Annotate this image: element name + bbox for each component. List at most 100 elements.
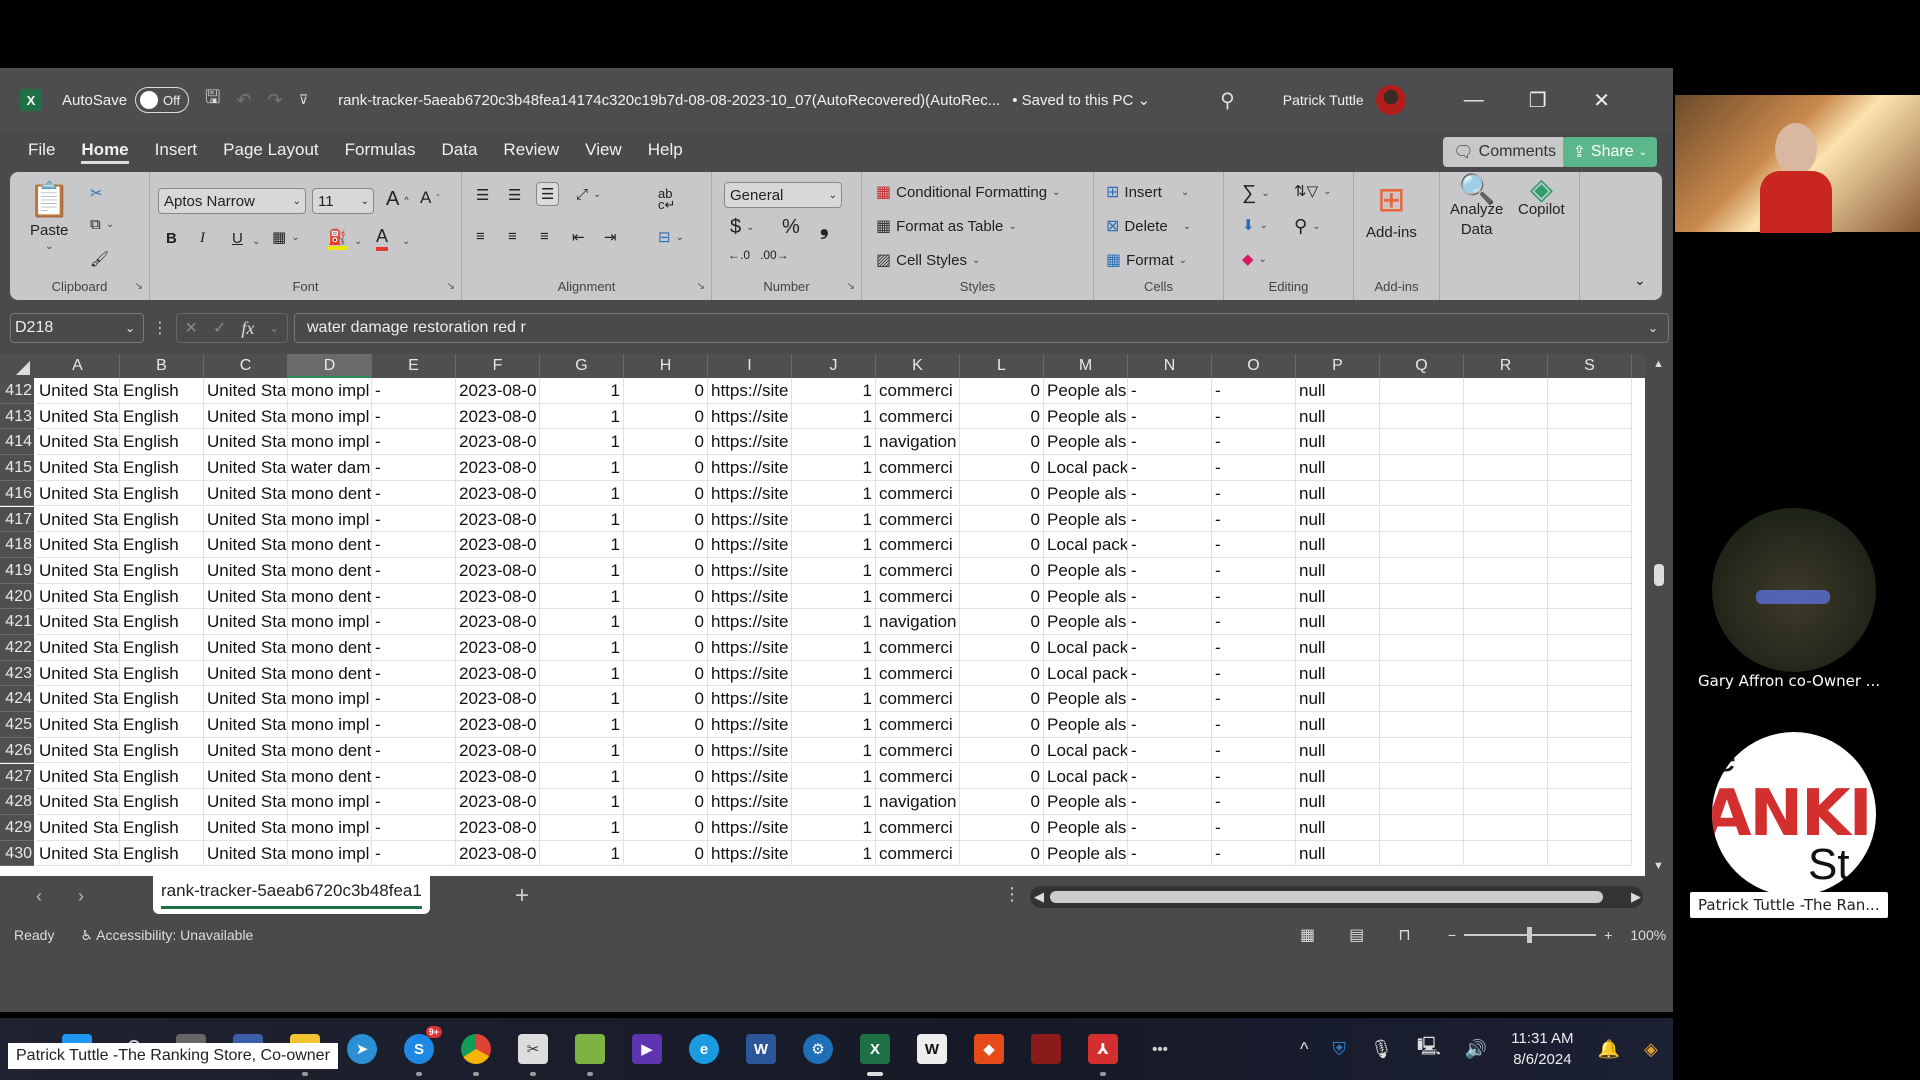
conditional-formatting-button[interactable]: ▦ Conditional Formatting ⌄ [876,182,1060,202]
cell-s[interactable] [1548,635,1632,661]
align-middle-icon[interactable]: ☰ [508,186,521,204]
cell-p[interactable]: null [1296,403,1380,430]
cell-i[interactable]: https://site [708,814,792,841]
autosum-icon[interactable]: ∑ ⌄ [1242,182,1270,205]
enter-icon[interactable]: ✓ [213,318,226,338]
share-button[interactable]: ⇪ Share ⌄ [1562,137,1657,167]
cell-q[interactable] [1380,506,1464,533]
cell-l[interactable]: 0 [960,840,1044,867]
cell-n[interactable]: - [1128,660,1212,687]
cell-o[interactable]: - [1212,557,1296,584]
cell-h[interactable]: 0 [624,403,708,430]
cell-k[interactable]: commerci [876,455,960,481]
row-header[interactable]: 428 [0,789,34,815]
cell-m[interactable]: Local pack [1044,532,1128,558]
scroll-right-icon[interactable]: ▶ [1631,889,1641,905]
cell-f[interactable]: 2023-08-0 [456,609,540,635]
column-header-c[interactable]: C [204,354,288,378]
restore-icon[interactable]: ❐ [1506,88,1570,113]
snipping-tool-icon[interactable]: ✂ [518,1034,548,1076]
cell-p[interactable]: null [1296,378,1380,404]
name-box[interactable]: D218 ⌄ [10,313,144,343]
cell-h[interactable]: 0 [624,737,708,764]
telegram-icon[interactable]: ➤ [347,1034,377,1064]
cell-b[interactable]: English [120,686,204,713]
row-header[interactable]: 418 [0,532,34,558]
cell-d[interactable]: mono impl [288,712,372,738]
cell-s[interactable] [1548,840,1632,867]
column-header-j[interactable]: J [792,354,876,378]
cell-o[interactable]: - [1212,789,1296,815]
cell-q[interactable] [1380,635,1464,661]
cut-icon[interactable]: ✂ [90,184,103,202]
cell-p[interactable]: null [1296,840,1380,867]
cell-a[interactable]: United Sta [36,635,120,661]
cell-j[interactable]: 1 [792,660,876,687]
font-size-select[interactable]: 11 ⌄ [312,188,374,214]
row-header[interactable]: 412 [0,378,34,404]
sheet-tab[interactable]: rank-tracker-5aeab6720c3b48fea1 [153,876,430,914]
cell-g[interactable]: 1 [540,737,624,764]
cell-b[interactable]: English [120,480,204,507]
increase-decimal-icon[interactable]: ←.0 [728,248,750,262]
column-header-o[interactable]: O [1212,354,1296,378]
cell-i[interactable]: https://site [708,609,792,635]
row-header[interactable]: 420 [0,583,34,610]
cell-a[interactable]: United Sta [36,557,120,584]
cell-g[interactable]: 1 [540,506,624,533]
cell-m[interactable]: People als [1044,609,1128,635]
cell-c[interactable]: United Sta [204,557,288,584]
cell-h[interactable]: 0 [624,506,708,533]
cell-f[interactable]: 2023-08-0 [456,378,540,404]
cell-g[interactable]: 1 [540,429,624,456]
increase-indent-icon[interactable]: ⇥ [604,228,617,246]
cell-g[interactable]: 1 [540,455,624,481]
insert-cells-button[interactable]: ⊞ Insert ⌄ [1106,182,1189,202]
tab-file[interactable]: File [28,140,55,164]
cell-r[interactable] [1464,378,1548,404]
save-icon[interactable]: 🖫 [205,85,220,115]
cell-k[interactable]: navigation [876,609,960,635]
wrap-text-icon[interactable]: ab c↵ [658,187,675,211]
align-right-icon[interactable]: ≡ [540,228,549,245]
chevron-down-icon[interactable]: ⌄ [354,236,362,247]
cell-g[interactable]: 1 [540,557,624,584]
cell-o[interactable]: - [1212,737,1296,764]
cell-j[interactable]: 1 [792,506,876,533]
percent-button[interactable]: % [782,216,800,239]
cell-q[interactable] [1380,480,1464,507]
cell-m[interactable]: People als [1044,403,1128,430]
cell-b[interactable]: English [120,609,204,635]
cell-p[interactable]: null [1296,506,1380,533]
cell-d[interactable]: mono dent [288,480,372,507]
cell-o[interactable]: - [1212,763,1296,790]
excel-taskbar-icon[interactable]: X [860,1034,890,1076]
cell-s[interactable] [1548,480,1632,507]
cell-d[interactable]: mono dent [288,583,372,610]
cell-m[interactable]: Local pack [1044,660,1128,687]
cell-f[interactable]: 2023-08-0 [456,737,540,764]
cell-m[interactable]: Local pack [1044,763,1128,790]
cell-r[interactable] [1464,403,1548,430]
increase-font-icon[interactable]: A ^ [386,188,409,211]
cell-b[interactable]: English [120,506,204,533]
cell-j[interactable]: 1 [792,557,876,584]
decrease-font-icon[interactable]: Aˇ [420,188,439,208]
cell-i[interactable]: https://site [708,763,792,790]
cell-n[interactable]: - [1128,840,1212,867]
cell-a[interactable]: United Sta [36,583,120,610]
cell-i[interactable]: https://site [708,712,792,738]
cell-f[interactable]: 2023-08-0 [456,557,540,584]
cell-f[interactable]: 2023-08-0 [456,583,540,610]
cell-l[interactable]: 0 [960,686,1044,713]
tab-page-layout[interactable]: Page Layout [223,140,318,164]
cell-f[interactable]: 2023-08-0 [456,789,540,815]
column-header-q[interactable]: Q [1380,354,1464,378]
acrobat-icon[interactable]: ⅄ [1088,1034,1118,1076]
cell-j[interactable]: 1 [792,737,876,764]
cell-i[interactable]: https://site [708,789,792,815]
cell-e[interactable]: - [372,480,456,507]
cell-m[interactable]: Local pack [1044,455,1128,481]
addins-button[interactable]: ⊞ Add-ins [1366,180,1417,241]
cell-g[interactable]: 1 [540,480,624,507]
